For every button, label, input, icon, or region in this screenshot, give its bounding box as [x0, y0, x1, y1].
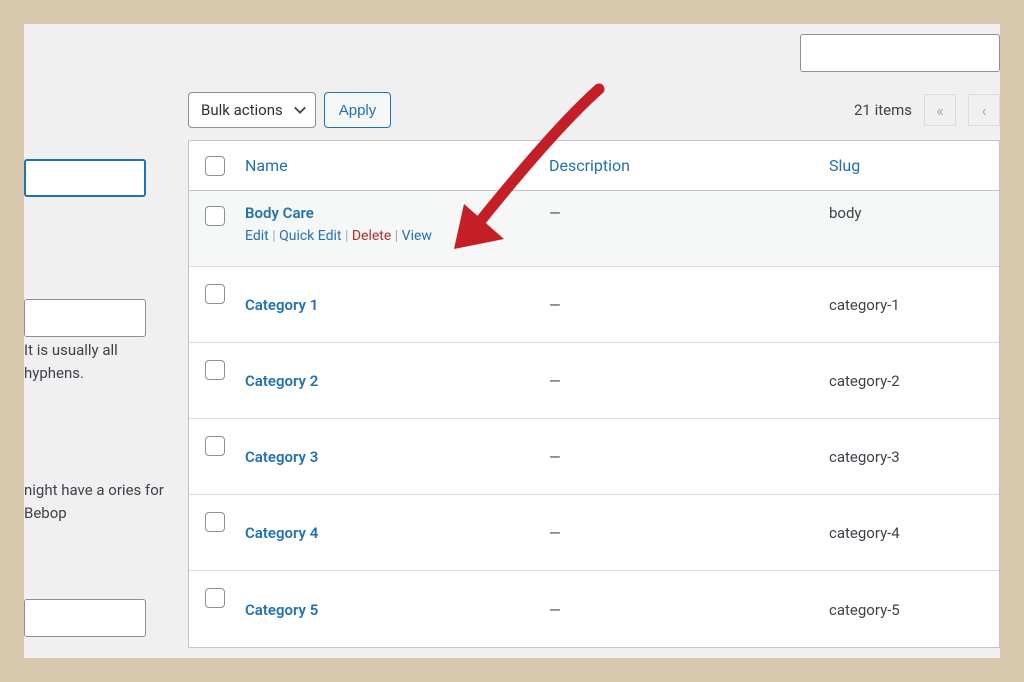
slug-cell: category-3 [829, 448, 900, 466]
table-row: Body Care Edit | Quick Edit | Delete | V… [189, 191, 999, 267]
category-name-link[interactable]: Category 4 [245, 524, 318, 542]
delete-link[interactable]: Delete [352, 228, 391, 244]
description-cell: — [549, 524, 561, 542]
table-row: Category 2 — category-2 [189, 343, 999, 419]
quick-edit-link[interactable]: Quick Edit [279, 228, 341, 244]
bulk-actions-select[interactable]: Bulk actions [188, 92, 316, 128]
bulk-actions-bar: Bulk actions Apply 21 items « ‹ [188, 88, 1000, 132]
items-count: 21 items [854, 101, 912, 119]
row-checkbox[interactable] [205, 512, 225, 532]
description-cell: — [549, 448, 561, 466]
sidebar-input-1[interactable] [24, 159, 146, 197]
slug-cell: body [829, 204, 862, 222]
slug-cell: category-1 [829, 296, 900, 314]
category-name-link[interactable]: Category 3 [245, 448, 318, 466]
bulk-actions-label: Bulk actions [201, 101, 283, 119]
admin-panel: It is usually all hyphens. night have a … [24, 24, 1000, 658]
categories-table: Name Description Slug Body Care Edit | Q… [188, 140, 1000, 648]
select-all-checkbox[interactable] [205, 156, 225, 176]
row-checkbox[interactable] [205, 206, 225, 226]
slug-cell: category-2 [829, 372, 900, 390]
column-header-description[interactable]: Description [549, 156, 630, 175]
description-cell: — [549, 296, 561, 314]
sidebar-input-3[interactable] [24, 599, 146, 637]
table-header: Name Description Slug [189, 141, 999, 191]
category-name-link[interactable]: Category 5 [245, 601, 318, 619]
category-name-link[interactable]: Body Care [245, 204, 314, 222]
chevron-down-icon [293, 103, 307, 117]
table-row: Category 5 — category-5 [189, 571, 999, 647]
table-row: Category 4 — category-4 [189, 495, 999, 571]
row-checkbox[interactable] [205, 284, 225, 304]
row-checkbox[interactable] [205, 360, 225, 380]
column-header-slug[interactable]: Slug [829, 156, 860, 175]
slug-cell: category-5 [829, 601, 900, 619]
pagination-prev-button[interactable]: ‹ [968, 94, 1000, 126]
view-link[interactable]: View [402, 228, 432, 244]
description-cell: — [549, 372, 561, 390]
row-checkbox[interactable] [205, 436, 225, 456]
apply-button[interactable]: Apply [324, 92, 392, 128]
pagination-first-button[interactable]: « [924, 94, 956, 126]
table-row: Category 3 — category-3 [189, 419, 999, 495]
column-header-name[interactable]: Name [245, 156, 288, 175]
sidebar-help-text-2: night have a ories for Bebop [24, 479, 174, 524]
description-cell: — [549, 204, 561, 222]
row-actions: Edit | Quick Edit | Delete | View [245, 228, 549, 244]
table-row: Category 1 — category-1 [189, 267, 999, 343]
row-checkbox[interactable] [205, 588, 225, 608]
edit-link[interactable]: Edit [245, 228, 269, 244]
sidebar-help-text-1: It is usually all hyphens. [24, 339, 174, 384]
sidebar-input-2[interactable] [24, 299, 146, 337]
slug-cell: category-4 [829, 524, 900, 542]
search-input[interactable] [800, 34, 1000, 72]
category-name-link[interactable]: Category 2 [245, 372, 318, 390]
category-name-link[interactable]: Category 1 [245, 296, 318, 314]
description-cell: — [549, 601, 561, 619]
